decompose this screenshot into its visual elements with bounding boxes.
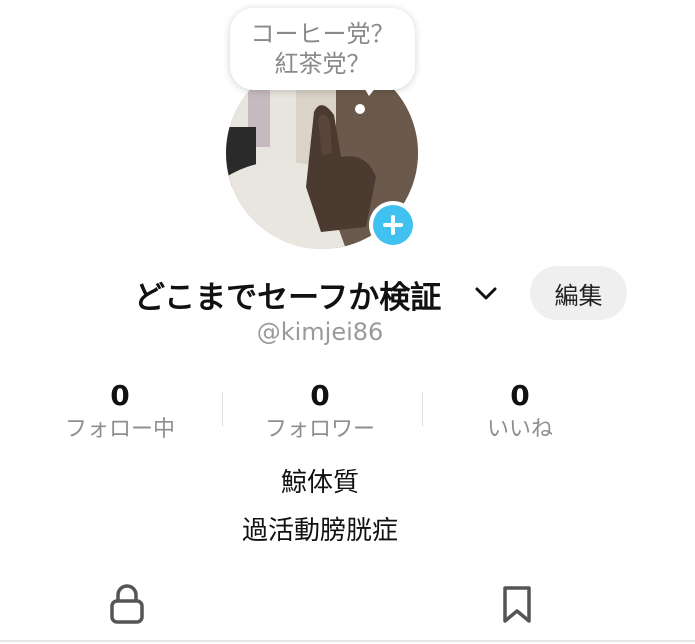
bookmark-icon[interactable] xyxy=(500,585,534,625)
note-line-2: 紅茶党？ xyxy=(274,50,371,78)
lock-icon[interactable] xyxy=(108,583,146,625)
chevron-down-icon[interactable] xyxy=(474,284,498,304)
note-line-1: コーヒー党？ xyxy=(250,20,395,48)
likes-count: 0 xyxy=(510,379,530,412)
following-count: 0 xyxy=(110,379,130,412)
bio-line-1: 鯨体質 xyxy=(280,468,359,498)
edit-profile-button[interactable]: 編集 xyxy=(530,266,627,320)
bubble-dot xyxy=(355,104,365,114)
note-bubble[interactable]: コーヒー党？ 紅茶党？ xyxy=(230,8,415,90)
stat-following[interactable]: 0 フォロー中 xyxy=(20,378,220,446)
stats-row: 0 フォロー中 0 フォロワー 0 いいね xyxy=(20,378,620,448)
stat-followers[interactable]: 0 フォロワー xyxy=(220,378,420,446)
following-label: フォロー中 xyxy=(64,417,175,442)
plus-icon xyxy=(373,205,413,245)
followers-count: 0 xyxy=(310,379,330,412)
add-photo-button[interactable] xyxy=(369,201,417,249)
likes-label: いいね xyxy=(486,417,553,442)
display-name[interactable]: どこまでセーフか検証 xyxy=(134,272,441,317)
stat-likes[interactable]: 0 いいね xyxy=(420,378,620,446)
bio-line-2: 過活動膀胱症 xyxy=(241,516,398,546)
bubble-tail xyxy=(363,86,377,96)
followers-label: フォロワー xyxy=(264,417,375,442)
username-handle: @kimjei86 xyxy=(256,318,384,346)
name-row: どこまでセーフか検証 編集 xyxy=(0,266,695,322)
tab-divider xyxy=(0,640,695,642)
